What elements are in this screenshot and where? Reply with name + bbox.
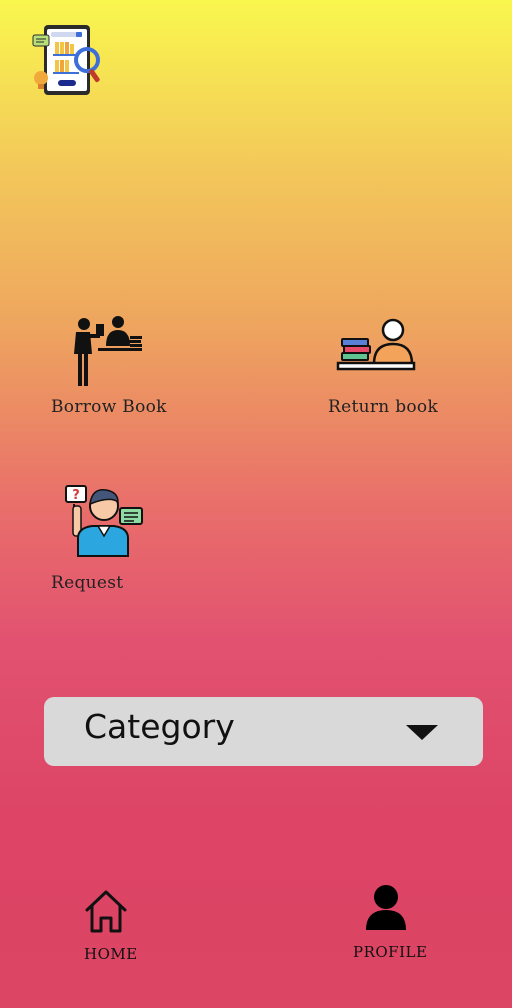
return-book-button[interactable]: Return book <box>324 310 454 420</box>
person-icon <box>365 884 407 932</box>
borrow-book-label: Borrow Book <box>51 397 167 417</box>
nav-profile-label: PROFILE <box>353 943 428 961</box>
request-button[interactable]: ? Request <box>48 480 158 598</box>
borrow-book-icon <box>72 314 144 386</box>
app-logo-icon <box>30 22 106 98</box>
category-label: Category <box>84 707 235 746</box>
nav-profile[interactable]: PROFILE <box>350 884 440 964</box>
return-book-icon <box>336 314 416 374</box>
nav-home-label: HOME <box>84 945 138 963</box>
request-icon: ? <box>64 482 144 558</box>
home-icon <box>84 888 128 934</box>
svg-text:?: ? <box>72 488 80 503</box>
request-label: Request <box>51 573 124 593</box>
borrow-book-button[interactable]: Borrow Book <box>48 310 178 420</box>
nav-home[interactable]: HOME <box>78 886 148 966</box>
category-dropdown[interactable]: Category <box>44 697 483 766</box>
caret-down-icon <box>406 725 438 740</box>
return-book-label: Return book <box>328 397 439 417</box>
